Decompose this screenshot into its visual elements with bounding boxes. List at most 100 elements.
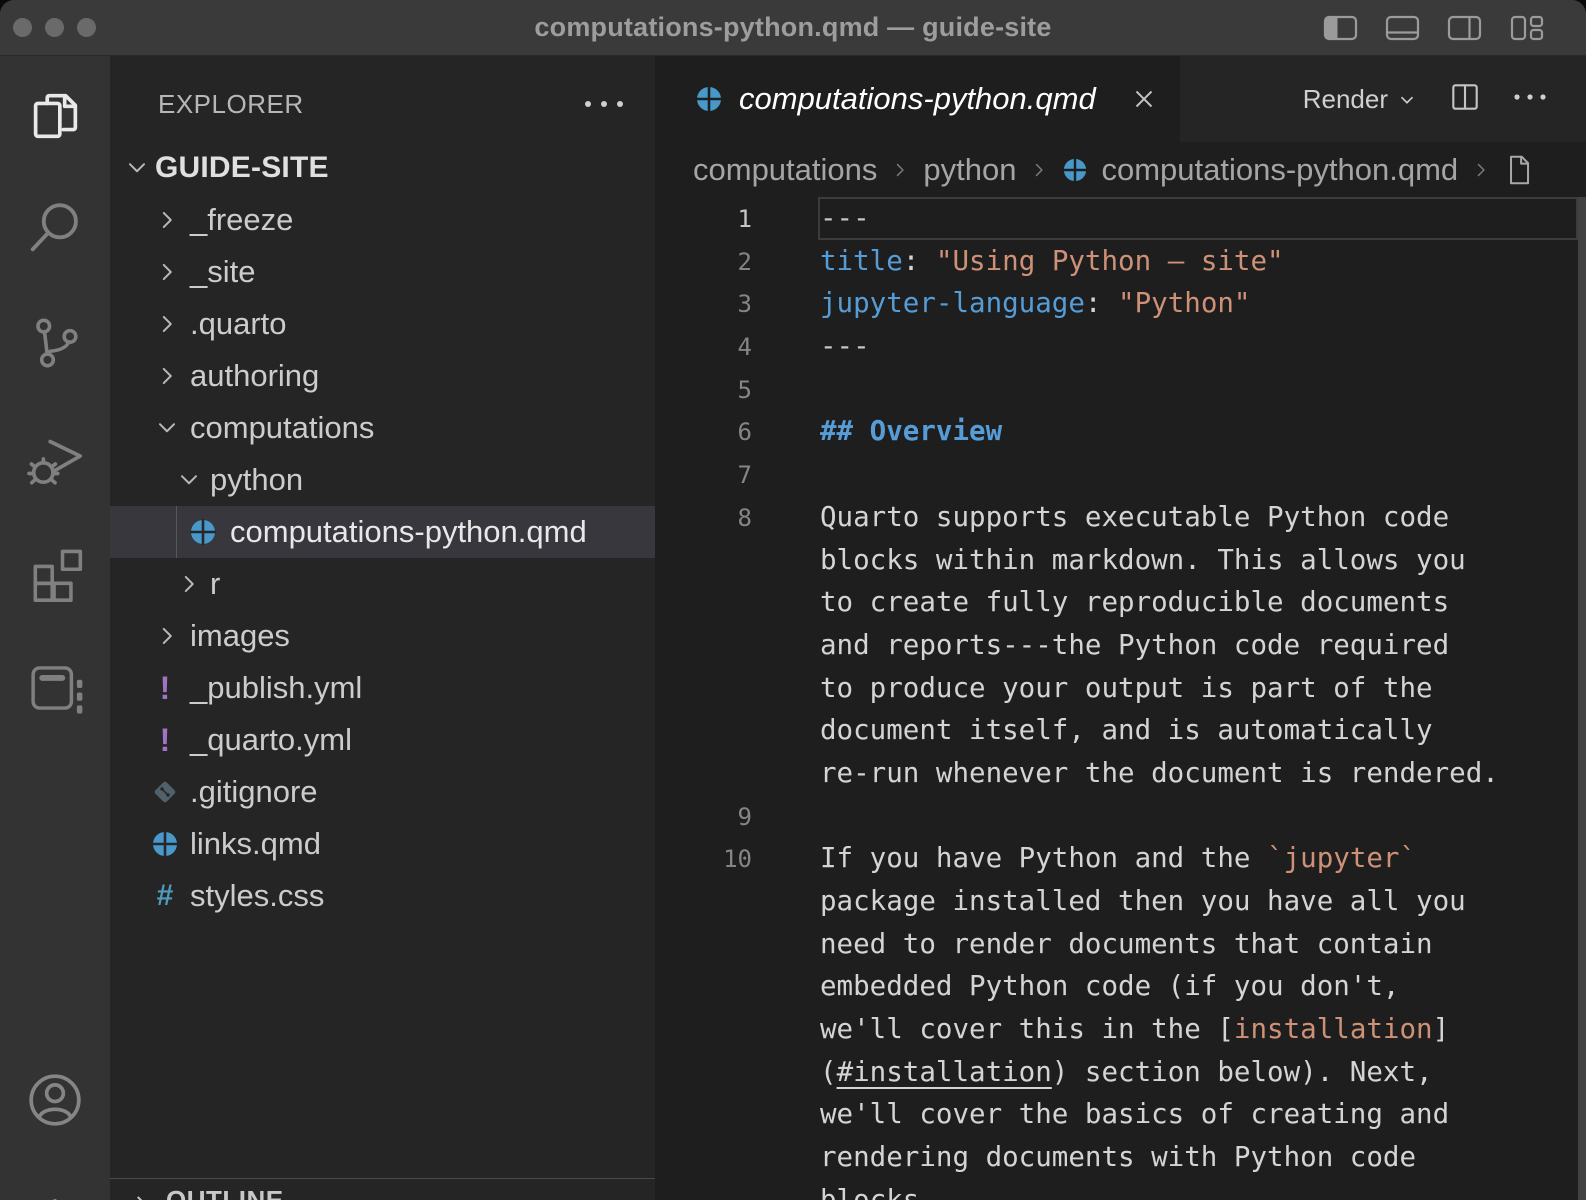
split-editor-icon[interactable] <box>1448 80 1482 119</box>
code-text: (#installation) section below). Next, <box>752 1051 1433 1094</box>
tree-item-computations-python-qmd[interactable]: computations-python.qmd <box>110 506 655 558</box>
chevron-right-icon <box>128 1191 154 1200</box>
tree-item-label: links.qmd <box>190 818 321 870</box>
tree-item-r[interactable]: r <box>110 558 655 610</box>
chevron-down-icon <box>124 155 150 181</box>
tree-item--quarto[interactable]: .quarto <box>110 298 655 350</box>
code-line-10-wrap-3: embedded Python code (if you don't, <box>655 965 1586 1008</box>
toggle-sidebar-icon[interactable] <box>1322 12 1360 44</box>
indent-guide <box>176 506 177 558</box>
code-line-5: 5 <box>655 368 1586 411</box>
code-editor[interactable]: 1---2title: "Using Python — site"3jupyte… <box>655 197 1586 1200</box>
code-text <box>752 368 820 411</box>
tree-item-label: authoring <box>190 350 319 402</box>
code-text: to produce your output is part of the <box>752 667 1433 710</box>
tree-item--freeze[interactable]: _freeze <box>110 194 655 246</box>
tree-item-guide-site[interactable]: GUIDE-SITE <box>110 142 655 194</box>
render-button[interactable]: Render <box>1303 84 1418 115</box>
explorer-header-title: EXPLORER <box>158 86 304 122</box>
code-line-3: 3jupyter-language: "Python" <box>655 282 1586 325</box>
code-text: Quarto supports executable Python code <box>752 496 1449 539</box>
tree-item-label: GUIDE-SITE <box>155 142 329 194</box>
tree-item--quarto-yml[interactable]: !_quarto.yml <box>110 714 655 766</box>
tree-item-computations[interactable]: computations <box>110 402 655 454</box>
editor-scrollbar[interactable] <box>1578 197 1586 1200</box>
code-line-6: 6## Overview <box>655 410 1586 453</box>
code-line-10-wrap-1: package installed then you have all you <box>655 880 1586 923</box>
tree-item-authoring[interactable]: authoring <box>110 350 655 402</box>
breadcrumb-item[interactable]: computations <box>693 152 877 188</box>
activity-item-source-control[interactable] <box>0 301 110 385</box>
tree-item-label: computations <box>190 402 374 454</box>
toggle-panel-icon[interactable] <box>1384 12 1422 44</box>
line-number: 6 <box>655 410 752 453</box>
code-line-10-wrap-5: (#installation) section below). Next, <box>655 1051 1586 1094</box>
code-text <box>752 795 820 838</box>
code-text: --- <box>752 197 870 240</box>
tree-item-python[interactable]: python <box>110 454 655 506</box>
activity-item-extensions[interactable] <box>0 531 110 615</box>
tree-item--site[interactable]: _site <box>110 246 655 298</box>
customize-layout-icon[interactable] <box>1508 12 1546 44</box>
tree-item--publish-yml[interactable]: !_publish.yml <box>110 662 655 714</box>
quarto-file-icon <box>1062 157 1088 183</box>
explorer-more-actions-icon[interactable] <box>582 86 632 122</box>
activity-item-search[interactable] <box>0 186 110 270</box>
tree-item-label: .quarto <box>190 298 287 350</box>
code-line-8-wrap-3: and reports---the Python code required <box>655 624 1586 667</box>
line-number: 9 <box>655 795 752 838</box>
tree-item-images[interactable]: images <box>110 610 655 662</box>
activity-item-settings-gear[interactable] <box>0 1182 110 1200</box>
tree-item--gitignore[interactable]: .gitignore <box>110 766 655 818</box>
activity-item-run-debug[interactable] <box>0 416 110 500</box>
code-text: package installed then you have all you <box>752 880 1466 923</box>
quarto-file-icon <box>695 85 723 113</box>
code-line-8-wrap-5: document itself, and is automatically <box>655 709 1586 752</box>
tree-item-links-qmd[interactable]: links.qmd <box>110 818 655 870</box>
line-number: 3 <box>655 282 752 325</box>
layout-controls <box>1322 0 1546 55</box>
chevron-right-icon <box>1029 160 1049 180</box>
editor-more-actions-icon[interactable] <box>1512 90 1548 108</box>
activity-item-quarto-notebook[interactable] <box>0 646 110 730</box>
code-text: we'll cover the basics of creating and <box>752 1093 1449 1136</box>
tree-item-label: r <box>210 558 220 610</box>
tree-item-styles-css[interactable]: #styles.css <box>110 870 655 922</box>
file-tree: GUIDE-SITE_freeze_site.quartoauthoringco… <box>110 142 655 922</box>
line-number: 1 <box>655 197 752 240</box>
editor-actions: Render <box>1303 56 1586 142</box>
line-number: 5 <box>655 368 752 411</box>
code-text: --- <box>752 325 870 368</box>
code-text: title: "Using Python — site" <box>752 240 1284 283</box>
activity-bar <box>0 56 110 1200</box>
code-line-10: 10If you have Python and the `jupyter` <box>655 837 1586 880</box>
code-text: embedded Python code (if you don't, <box>752 965 1399 1008</box>
line-number <box>655 709 752 752</box>
close-tab-icon[interactable] <box>1129 84 1159 114</box>
line-number: 7 <box>655 453 752 496</box>
chevron-right-icon <box>154 363 180 389</box>
render-button-label: Render <box>1303 84 1388 115</box>
toggle-secondary-sidebar-icon[interactable] <box>1446 12 1484 44</box>
code-line-7: 7 <box>655 453 1586 496</box>
code-text: blocks within markdown. This allows you <box>752 539 1466 582</box>
activity-item-explorer[interactable] <box>0 74 110 158</box>
tree-item-label: _freeze <box>190 194 293 246</box>
line-number <box>655 581 752 624</box>
tab-computations-python[interactable]: computations-python.qmd <box>655 56 1180 142</box>
tree-item-label: styles.css <box>190 870 324 922</box>
tree-item-label: _publish.yml <box>190 662 362 714</box>
outline-section-header[interactable]: OUTLINE <box>110 1179 655 1200</box>
quarto-file-icon <box>188 517 218 547</box>
chevron-right-icon <box>154 207 180 233</box>
chevron-right-icon <box>154 259 180 285</box>
editor-group: computations-python.qmd Render computati… <box>655 56 1586 1200</box>
breadcrumb-item[interactable]: python <box>923 152 1016 188</box>
vscode-window: computations-python.qmd — guide-site <box>0 0 1586 1200</box>
breadcrumb-item[interactable]: computations-python.qmd <box>1101 152 1458 188</box>
code-text: we'll cover this in the [installation] <box>752 1008 1449 1051</box>
activity-item-account[interactable] <box>0 1058 110 1142</box>
tree-item-label: python <box>210 454 303 506</box>
line-number <box>655 624 752 667</box>
breadcrumb: computations python computations-python.qm… <box>655 142 1586 197</box>
